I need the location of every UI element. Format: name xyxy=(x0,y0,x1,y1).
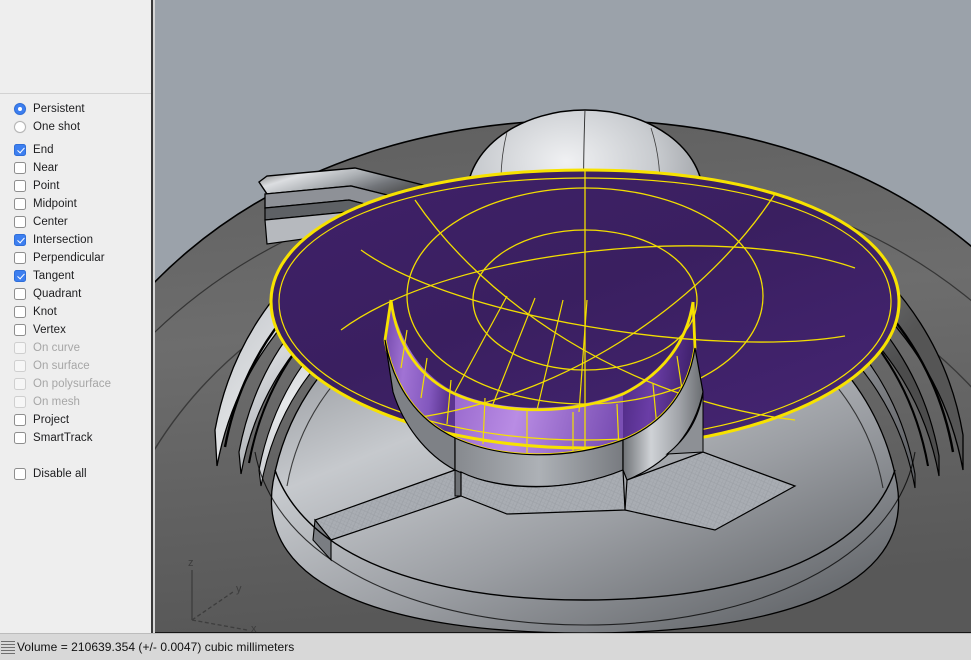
osnap-option-label: On mesh xyxy=(33,396,81,408)
radio-one-shot-icon[interactable] xyxy=(14,121,26,133)
osnap-option-tangent[interactable]: Tangent xyxy=(0,267,151,285)
osnap-option-label: SmartTrack xyxy=(33,432,93,444)
osnap-option-label: Project xyxy=(33,414,70,426)
perspective-viewport[interactable]: z y x xyxy=(155,0,971,633)
osnap-panel: Persistent One shot End Near Point Midpoint Ce… xyxy=(0,0,153,633)
osnap-option-list: Persistent One shot End Near Point Midpoint Ce… xyxy=(0,94,151,483)
checkbox-smarttrack-icon[interactable] xyxy=(14,432,26,444)
osnap-option-label: Midpoint xyxy=(33,198,77,210)
viewport-canvas[interactable]: z y x xyxy=(155,0,971,633)
osnap-option-label: Vertex xyxy=(33,324,66,336)
rhino-window: Persistent One shot End Near Point Midpoint Ce… xyxy=(0,0,971,660)
checkbox-end-icon[interactable] xyxy=(14,144,26,156)
osnap-option-project[interactable]: Project xyxy=(0,411,151,429)
checkbox-on-mesh-icon xyxy=(14,396,26,408)
osnap-option-point[interactable]: Point xyxy=(0,177,151,195)
checkbox-near-icon[interactable] xyxy=(14,162,26,174)
osnap-option-center[interactable]: Center xyxy=(0,213,151,231)
checkbox-on-polysurface-icon xyxy=(14,378,26,390)
checkbox-disable-all-icon[interactable] xyxy=(14,468,26,480)
checkbox-intersection-icon[interactable] xyxy=(14,234,26,246)
osnap-option-label: On surface xyxy=(33,360,90,372)
osnap-option-label: Quadrant xyxy=(33,288,82,300)
checkbox-knot-icon[interactable] xyxy=(14,306,26,318)
osnap-option-label: Point xyxy=(33,180,60,192)
checkbox-point-icon[interactable] xyxy=(14,180,26,192)
osnap-option-perpendicular[interactable]: Perpendicular xyxy=(0,249,151,267)
checkbox-project-icon[interactable] xyxy=(14,414,26,426)
osnap-option-one-shot[interactable]: One shot xyxy=(0,118,151,136)
osnap-option-on-curve: On curve xyxy=(0,339,151,357)
osnap-option-label: Persistent xyxy=(33,103,85,115)
scene-3d: z y x xyxy=(155,0,971,633)
osnap-option-near[interactable]: Near xyxy=(0,159,151,177)
osnap-option-label: On curve xyxy=(33,342,81,354)
osnap-option-vertex[interactable]: Vertex xyxy=(0,321,151,339)
osnap-option-label: Intersection xyxy=(33,234,94,246)
osnap-option-label: Disable all xyxy=(33,468,87,480)
osnap-panel-header-area xyxy=(0,0,151,94)
status-message: Volume = 210639.354 (+/- 0.0047) cubic m… xyxy=(17,640,295,654)
osnap-option-label: Near xyxy=(33,162,59,174)
checkbox-on-curve-icon xyxy=(14,342,26,354)
checkbox-vertex-icon[interactable] xyxy=(14,324,26,336)
osnap-option-intersection[interactable]: Intersection xyxy=(0,231,151,249)
osnap-option-knot[interactable]: Knot xyxy=(0,303,151,321)
osnap-option-label: Tangent xyxy=(33,270,75,282)
osnap-option-label: Knot xyxy=(33,306,57,318)
checkbox-midpoint-icon[interactable] xyxy=(14,198,26,210)
checkbox-perpendicular-icon[interactable] xyxy=(14,252,26,264)
osnap-option-quadrant[interactable]: Quadrant xyxy=(0,285,151,303)
grip-lines-icon[interactable] xyxy=(1,640,15,654)
osnap-option-label: On polysurface xyxy=(33,378,112,390)
osnap-option-label: End xyxy=(33,144,54,156)
osnap-option-on-surface: On surface xyxy=(0,357,151,375)
radio-persistent-icon[interactable] xyxy=(14,103,26,115)
osnap-option-midpoint[interactable]: Midpoint xyxy=(0,195,151,213)
status-bar: Volume = 210639.354 (+/- 0.0047) cubic m… xyxy=(0,633,971,660)
osnap-option-label: Perpendicular xyxy=(33,252,105,264)
axis-label-y: y xyxy=(236,583,242,595)
osnap-option-persistent[interactable]: Persistent xyxy=(0,100,151,118)
checkbox-on-surface-icon xyxy=(14,360,26,372)
osnap-option-label: One shot xyxy=(33,121,81,133)
osnap-option-end[interactable]: End xyxy=(0,141,151,159)
axis-label-z: z xyxy=(188,557,194,569)
osnap-option-label: Center xyxy=(33,216,68,228)
checkbox-center-icon[interactable] xyxy=(14,216,26,228)
axis-label-x: x xyxy=(251,623,257,633)
osnap-option-smarttrack[interactable]: SmartTrack xyxy=(0,429,151,447)
osnap-option-disable-all[interactable]: Disable all xyxy=(0,465,151,483)
osnap-option-on-mesh: On mesh xyxy=(0,393,151,411)
checkbox-quadrant-icon[interactable] xyxy=(14,288,26,300)
osnap-option-on-polysurface: On polysurface xyxy=(0,375,151,393)
checkbox-tangent-icon[interactable] xyxy=(14,270,26,282)
